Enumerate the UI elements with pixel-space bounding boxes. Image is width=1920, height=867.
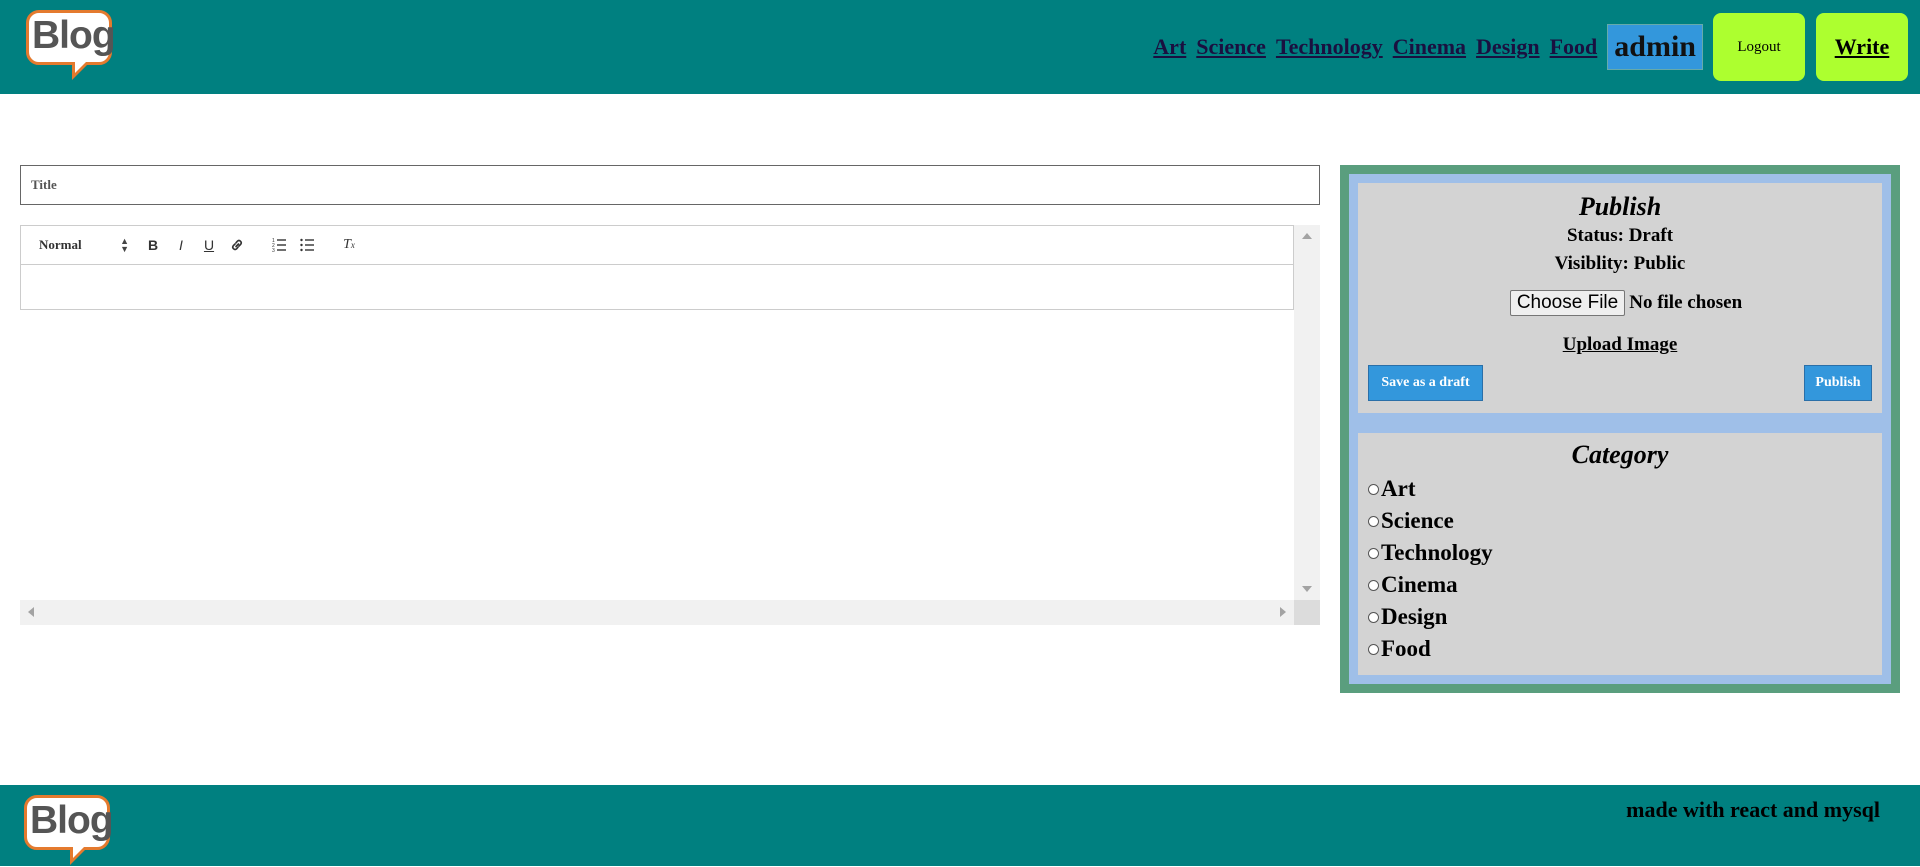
- nav-link-cinema[interactable]: Cinema: [1393, 34, 1466, 60]
- category-label: Art: [1381, 476, 1416, 501]
- side-panel: Publish Status: Draft Visiblity: Public …: [1340, 165, 1900, 693]
- category-label: Design: [1381, 604, 1448, 629]
- horizontal-scrollbar[interactable]: [20, 600, 1320, 625]
- category-label: Food: [1381, 636, 1431, 661]
- file-input: Choose File No file chosen: [1370, 290, 1882, 316]
- scroll-left-icon[interactable]: [28, 607, 34, 617]
- category-label: Science: [1381, 508, 1454, 533]
- upload-image-link[interactable]: Upload Image: [1358, 334, 1882, 356]
- radio-icon[interactable]: [1368, 483, 1379, 495]
- link-icon[interactable]: [223, 233, 251, 257]
- nav-link-technology[interactable]: Technology: [1276, 34, 1383, 60]
- scroll-right-icon[interactable]: [1280, 607, 1286, 617]
- radio-icon[interactable]: [1368, 643, 1379, 655]
- logout-button[interactable]: Logout: [1713, 13, 1805, 81]
- clear-format-icon[interactable]: Tx: [335, 233, 363, 257]
- choose-file-button[interactable]: Choose File: [1509, 290, 1626, 316]
- publish-card: Publish Status: Draft Visiblity: Public …: [1358, 183, 1882, 413]
- svg-text:3: 3: [272, 248, 275, 252]
- publish-title: Publish: [1578, 192, 1662, 221]
- category-title: Category: [1571, 440, 1669, 469]
- radio-icon[interactable]: [1368, 579, 1379, 591]
- editor-toolbar: Normal ▲ ▼ B I U 123 Tx: [20, 225, 1294, 265]
- blog-logo[interactable]: Blog: [26, 10, 118, 82]
- format-select[interactable]: Normal ▲ ▼: [39, 236, 129, 254]
- rich-text-editor: Normal ▲ ▼ B I U 123 Tx: [20, 225, 1320, 625]
- category-option-science[interactable]: Science: [1368, 505, 1882, 537]
- nav-link-food[interactable]: Food: [1550, 34, 1598, 60]
- username-badge: admin: [1607, 24, 1703, 70]
- category-option-design[interactable]: Design: [1368, 601, 1882, 633]
- nav-links: Art Science Technology Cinema Design Foo…: [1153, 12, 1920, 82]
- nav-link-design[interactable]: Design: [1476, 34, 1540, 60]
- nav-link-science[interactable]: Science: [1196, 34, 1266, 60]
- ordered-list-icon[interactable]: 123: [265, 233, 293, 257]
- nav-link-art[interactable]: Art: [1153, 34, 1186, 60]
- select-arrows-icon: ▲ ▼: [120, 236, 129, 254]
- status-text: Status: Draft: [1566, 225, 1674, 246]
- italic-icon[interactable]: I: [167, 233, 195, 257]
- footer: Blog made with react and mysql: [0, 785, 1920, 866]
- format-select-value: Normal: [39, 237, 82, 252]
- file-status: No file chosen: [1629, 292, 1743, 313]
- write-button[interactable]: Write: [1816, 13, 1908, 81]
- category-label: Cinema: [1381, 572, 1458, 597]
- scroll-down-icon[interactable]: [1302, 586, 1312, 592]
- category-label: Technology: [1381, 540, 1493, 565]
- bullet-list-icon[interactable]: [293, 233, 321, 257]
- footer-logo: Blog: [24, 795, 116, 867]
- vertical-scrollbar[interactable]: [1294, 225, 1320, 600]
- title-input[interactable]: [20, 165, 1320, 205]
- footer-text: made with react and mysql: [1626, 797, 1880, 822]
- editor-content-area[interactable]: [20, 265, 1294, 310]
- category-option-food[interactable]: Food: [1368, 633, 1882, 665]
- category-option-technology[interactable]: Technology: [1368, 537, 1882, 569]
- radio-icon[interactable]: [1368, 515, 1379, 527]
- bold-icon[interactable]: B: [139, 233, 167, 257]
- radio-icon[interactable]: [1368, 611, 1379, 623]
- radio-icon[interactable]: [1368, 547, 1379, 559]
- category-option-cinema[interactable]: Cinema: [1368, 569, 1882, 601]
- save-draft-button[interactable]: Save as a draft: [1368, 365, 1483, 401]
- category-card: Category Art Science Technology Cinema D…: [1358, 433, 1882, 675]
- header: Blog Art Science Technology Cinema Desig…: [0, 0, 1920, 94]
- scrollbar-corner: [1294, 600, 1320, 625]
- visibility-text: Visiblity: Public: [1554, 253, 1686, 274]
- scroll-up-icon[interactable]: [1302, 233, 1312, 239]
- publish-button[interactable]: Publish: [1804, 365, 1872, 401]
- category-option-art[interactable]: Art: [1368, 473, 1882, 505]
- underline-icon[interactable]: U: [195, 233, 223, 257]
